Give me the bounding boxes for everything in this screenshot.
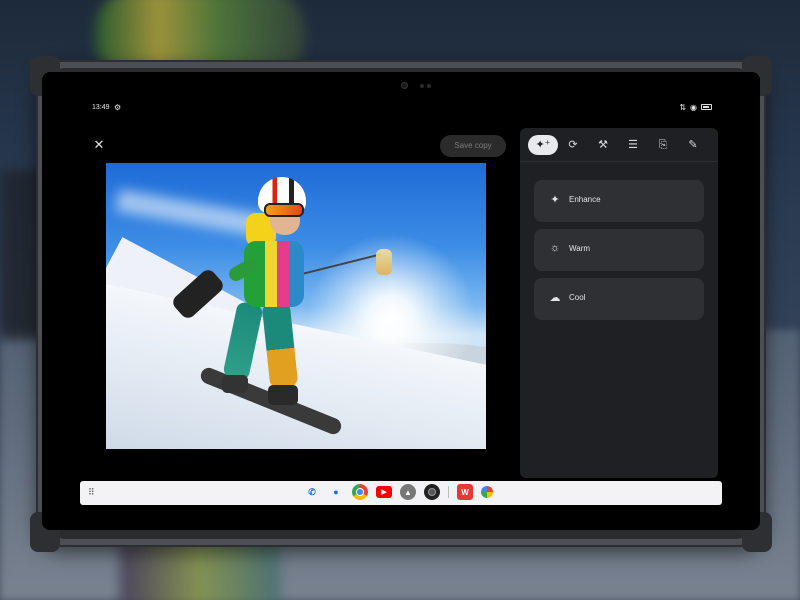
wifi-icon: ◉ (690, 103, 697, 112)
close-button[interactable]: ✕ (92, 138, 106, 152)
messages-app-icon[interactable]: ● (328, 484, 344, 500)
settings-gear-icon: ⚙ (114, 103, 122, 112)
suggestion-label: Cool (569, 293, 586, 302)
edited-photo (106, 163, 486, 449)
enhance-button[interactable]: ✦ Enhance (534, 180, 704, 222)
sun-icon: ☼ (549, 242, 561, 254)
phone-app-icon[interactable]: ✆ (304, 484, 320, 500)
drive-app-icon[interactable]: ▲ (400, 484, 416, 500)
suggestions-tool-icon[interactable]: ✦⁺ (528, 135, 558, 155)
taskbar: ⠿ ✆ ● ▶ ▲ W (80, 481, 722, 505)
photo-skier-boot (222, 375, 248, 393)
tools-tool-icon[interactable]: ⚒ (588, 135, 618, 155)
battery-icon (701, 104, 712, 110)
sensor-dot (420, 84, 424, 88)
photo-skier-goggles (264, 203, 304, 217)
tablet-screen: 13:49 ⚙ ⇅ ◉ ✕ Save copy ✦⁺ ⟳ ⚒ ☰ ⎘ ✎ ✦ E… (42, 72, 760, 530)
youtube-app-icon[interactable]: ▶ (376, 486, 392, 498)
status-time: 13:49 (92, 104, 110, 111)
camera-app-icon[interactable] (424, 484, 440, 500)
photo-skier-boot (268, 385, 298, 405)
warm-button[interactable]: ☼ Warm (534, 229, 704, 271)
status-bar: 13:49 ⚙ ⇅ ◉ (42, 102, 760, 116)
suggestion-label: Warm (569, 244, 591, 253)
chrome-app-icon[interactable] (352, 484, 368, 500)
background-legs-blur (120, 540, 280, 600)
app-dock: ✆ ● ▶ ▲ W (304, 484, 493, 500)
adjust-tool-icon[interactable]: ☰ (618, 135, 648, 155)
cloud-icon: ☁ (549, 292, 561, 304)
photo-kite (376, 249, 392, 275)
edit-panel: ✦⁺ ⟳ ⚒ ☰ ⎘ ✎ ✦ Enhance ☼ Warm ☁ Cool (520, 128, 718, 478)
sensor-dot (427, 84, 431, 88)
markup-tool-icon[interactable]: ✎ (678, 135, 708, 155)
cool-button[interactable]: ☁ Cool (534, 278, 704, 320)
dock-divider (448, 486, 449, 498)
photo-skier-jacket (244, 241, 304, 307)
crop-rotate-tool-icon[interactable]: ⟳ (558, 135, 588, 155)
sparkle-icon: ✦ (550, 194, 560, 206)
save-copy-button[interactable]: Save copy (440, 135, 506, 157)
front-camera (401, 82, 408, 89)
filters-tool-icon[interactable]: ⎘ (648, 135, 678, 155)
suggestion-label: Enhance (569, 195, 601, 204)
status-icons: ⇅ ◉ (679, 103, 712, 112)
photos-app-icon[interactable] (481, 486, 493, 498)
app-launcher-icon[interactable]: ⠿ (88, 487, 95, 498)
edit-toolbar: ✦⁺ ⟳ ⚒ ☰ ⎘ ✎ (520, 128, 718, 162)
wps-office-app-icon[interactable]: W (457, 484, 473, 500)
signal-icon: ⇅ (679, 103, 687, 112)
